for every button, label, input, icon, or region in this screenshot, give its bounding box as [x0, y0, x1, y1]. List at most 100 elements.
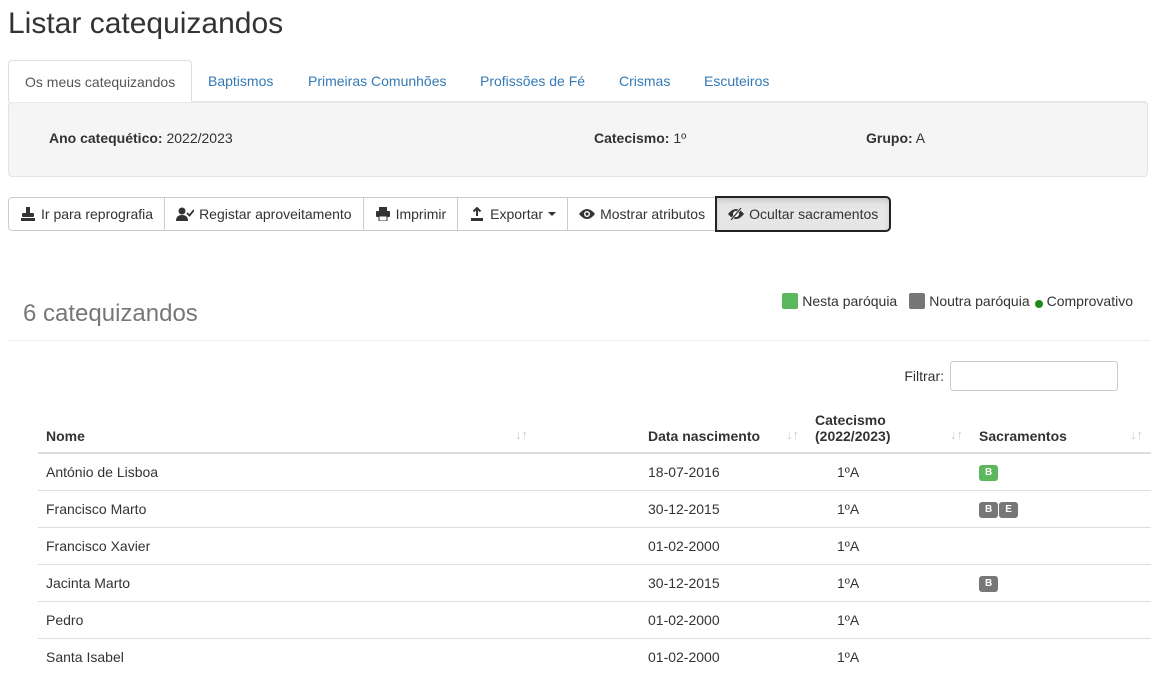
page-title: Listar catequizandos — [8, 7, 284, 40]
ocultar-sacramentos-label: Ocultar sacramentos — [749, 206, 879, 222]
exportar-dropdown-button[interactable]: Exportar — [457, 197, 569, 231]
user-check-icon — [176, 207, 195, 221]
count-title: 6 catequizandos — [23, 300, 198, 327]
sort-icon: ↓↑ — [515, 427, 528, 442]
cell-catecismo: 1ºA — [807, 563, 971, 601]
cell-catecismo: 1ºA — [807, 637, 971, 675]
eye-icon — [579, 207, 596, 221]
cell-nome: Francisco Xavier — [38, 526, 640, 564]
info-panel: Ano catequético: 2022/2023 Catecismo: 1º… — [8, 101, 1148, 177]
imprimir-label: Imprimir — [395, 206, 447, 222]
eye-slash-icon — [728, 207, 745, 221]
table-row[interactable]: Francisco Xavier 01-02-2000 1ºA — [38, 526, 1151, 564]
tab-escuteiros[interactable]: Escuteiros — [688, 60, 785, 102]
tab-baptismos[interactable]: Baptismos — [192, 60, 289, 102]
legend-comprovativo-label: Comprovativo — [1046, 293, 1133, 309]
table-row[interactable]: Santa Isabel 01-02-2000 1ºA — [38, 637, 1151, 675]
header-catecismo-line2: (2022/2023) — [815, 428, 891, 444]
header-data-nascimento[interactable]: Data nascimento ↓↑ — [640, 404, 807, 454]
header-catecismo[interactable]: Catecismo (2022/2023) ↓↑ — [807, 404, 971, 454]
caret-down-icon — [548, 212, 557, 216]
sort-icon: ↓↑ — [1130, 427, 1143, 442]
filter-label: Filtrar: — [904, 368, 944, 384]
sort-icon: ↓↑ — [950, 427, 963, 442]
stamp-icon — [20, 207, 36, 221]
cell-sacramentos — [971, 526, 1151, 564]
cell-nome: Jacinta Marto — [38, 563, 640, 601]
reprografia-label: Ir para reprografia — [41, 206, 154, 222]
cell-data: 30-12-2015 — [640, 563, 807, 601]
baptismo-badge: B — [979, 576, 999, 592]
ano-catequetico: Ano catequético: 2022/2023 — [49, 130, 233, 146]
baptismo-badge: B — [979, 502, 999, 518]
registar-aproveitamento-label: Registar aproveitamento — [199, 206, 352, 222]
cell-nome: Francisco Marto — [38, 489, 640, 527]
cell-sacramentos — [971, 637, 1151, 675]
table-row[interactable]: Jacinta Marto 30-12-2015 1ºA B — [38, 563, 1151, 601]
ano-value: 2022/2023 — [166, 130, 233, 146]
cell-sacramentos: B — [971, 452, 1151, 490]
catequizandos-table: Nome ↓↑ Data nascimento ↓↑ Catecismo (20… — [38, 404, 1151, 675]
tab-primeiras-comunhoes[interactable]: Primeiras Comunhões — [292, 60, 463, 102]
header-sacramentos-label: Sacramentos — [979, 428, 1067, 444]
legend-comprovativo: Comprovativo — [1034, 293, 1133, 309]
sort-icon: ↓↑ — [786, 427, 799, 442]
divider — [8, 340, 1150, 341]
table-header-row: Nome ↓↑ Data nascimento ↓↑ Catecismo (20… — [38, 404, 1151, 454]
mostrar-atributos-label: Mostrar atributos — [600, 206, 706, 222]
cell-nome: António de Lisboa — [38, 452, 640, 490]
reprografia-button[interactable]: Ir para reprografia — [8, 197, 166, 231]
table-row[interactable]: Francisco Marto 30-12-2015 1ºA BE — [38, 489, 1151, 527]
legend: Nesta paróquia Noutra paróquia Comprovat… — [770, 293, 1133, 309]
catecismo-value: 1º — [673, 130, 687, 146]
cell-sacramentos: BE — [971, 489, 1151, 527]
catecismo-label: Catecismo: — [594, 130, 670, 146]
ano-label: Ano catequético: — [49, 130, 163, 146]
registar-aproveitamento-button[interactable]: Registar aproveitamento — [164, 197, 364, 231]
cell-catecismo: 1ºA — [807, 526, 971, 564]
imprimir-button[interactable]: Imprimir — [362, 197, 459, 231]
cell-data: 01-02-2000 — [640, 526, 807, 564]
cell-catecismo: 1ºA — [807, 452, 971, 490]
header-data-label: Data nascimento — [648, 428, 761, 444]
cell-nome: Santa Isabel — [38, 637, 640, 675]
cell-data: 01-02-2000 — [640, 600, 807, 638]
grupo-value: A — [915, 130, 926, 146]
comprovativo-dot-icon — [1034, 300, 1043, 308]
cell-catecismo: 1ºA — [807, 489, 971, 527]
toolbar: Ir para reprografia Registar aproveitame… — [8, 197, 891, 231]
ocultar-sacramentos-button[interactable]: Ocultar sacramentos — [716, 197, 891, 231]
cell-nome: Pedro — [38, 600, 640, 638]
cell-sacramentos — [971, 600, 1151, 638]
tabs: Os meus catequizandos Baptismos Primeira… — [8, 60, 1148, 102]
tab-os-meus-catequizandos[interactable]: Os meus catequizandos — [8, 60, 193, 102]
legend-nesta: Nesta paróquia — [782, 293, 897, 309]
header-nome-label: Nome — [46, 428, 85, 444]
grupo-info: Grupo: A — [866, 130, 925, 146]
noutra-swatch — [909, 293, 926, 309]
nesta-swatch — [782, 293, 799, 309]
eucaristia-badge: E — [999, 502, 1018, 518]
cell-data: 30-12-2015 — [640, 489, 807, 527]
table-row[interactable]: Pedro 01-02-2000 1ºA — [38, 600, 1151, 638]
cell-data: 18-07-2016 — [640, 452, 807, 490]
header-sacramentos[interactable]: Sacramentos ↓↑ — [971, 404, 1151, 454]
filter: Filtrar: — [904, 361, 1118, 391]
legend-noutra-label: Noutra paróquia — [929, 293, 1030, 309]
tab-profissoes-de-fe[interactable]: Profissões de Fé — [464, 60, 601, 102]
header-nome[interactable]: Nome ↓↑ — [38, 404, 640, 454]
cell-sacramentos: B — [971, 563, 1151, 601]
baptismo-badge: B — [979, 465, 999, 482]
grupo-label: Grupo: — [866, 130, 913, 146]
table-row[interactable]: António de Lisboa 18-07-2016 1ºA B — [38, 452, 1151, 490]
header-catecismo-line1: Catecismo — [815, 412, 886, 428]
print-icon — [375, 207, 391, 221]
export-icon — [469, 207, 485, 221]
mostrar-atributos-button[interactable]: Mostrar atributos — [567, 197, 718, 231]
cell-data: 01-02-2000 — [640, 637, 807, 675]
exportar-label: Exportar — [490, 206, 544, 222]
legend-nesta-label: Nesta paróquia — [802, 293, 898, 309]
tab-crismas[interactable]: Crismas — [603, 60, 686, 102]
legend-noutra: Noutra paróquia — [909, 293, 1030, 309]
filter-input[interactable] — [950, 361, 1118, 391]
